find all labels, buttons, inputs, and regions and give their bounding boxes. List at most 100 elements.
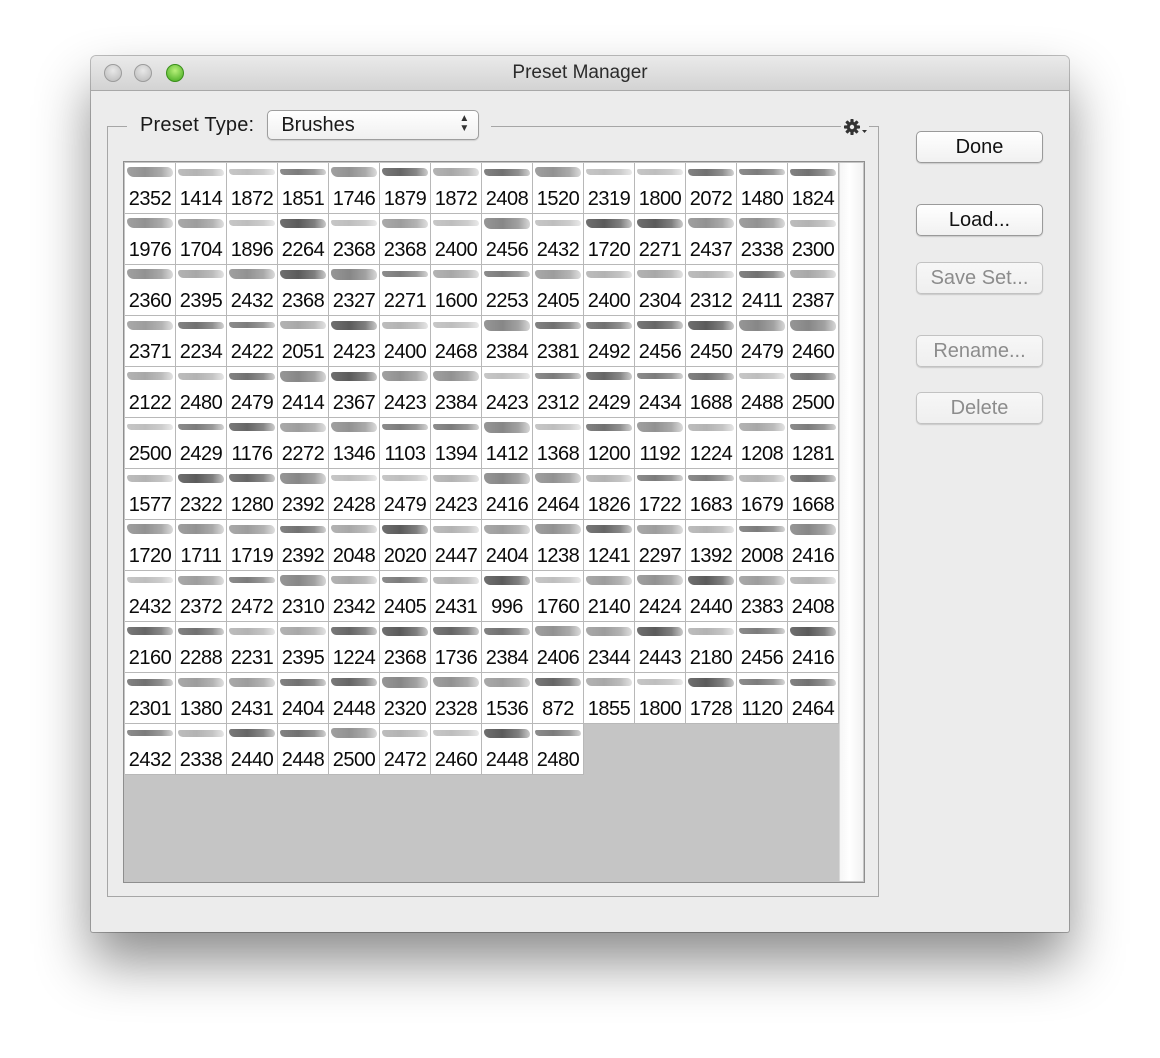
vertical-scrollbar[interactable] bbox=[839, 163, 863, 881]
brush-preset-item[interactable]: 2429 bbox=[584, 367, 635, 418]
brush-preset-item[interactable]: 2404 bbox=[482, 520, 533, 571]
brush-preset-item[interactable]: 2371 bbox=[125, 316, 176, 367]
brush-preset-item[interactable]: 2448 bbox=[329, 673, 380, 724]
brush-preset-item[interactable]: 2372 bbox=[176, 571, 227, 622]
brush-preset-item[interactable]: 2368 bbox=[380, 622, 431, 673]
brush-preset-item[interactable]: 2253 bbox=[482, 265, 533, 316]
brush-preset-item[interactable]: 2328 bbox=[431, 673, 482, 724]
brush-preset-item[interactable]: 2300 bbox=[788, 214, 839, 265]
brush-preset-item[interactable]: 2408 bbox=[482, 163, 533, 214]
brush-preset-item[interactable]: 2312 bbox=[533, 367, 584, 418]
brush-preset-item[interactable]: 2424 bbox=[635, 571, 686, 622]
brush-preset-item[interactable]: 2320 bbox=[380, 673, 431, 724]
brush-preset-item[interactable]: 2338 bbox=[176, 724, 227, 775]
brush-preset-item[interactable]: 2437 bbox=[686, 214, 737, 265]
brush-preset-item[interactable]: 2008 bbox=[737, 520, 788, 571]
brush-preset-item[interactable]: 2310 bbox=[278, 571, 329, 622]
brush-preset-item[interactable]: 2344 bbox=[584, 622, 635, 673]
brush-preset-item[interactable]: 1711 bbox=[176, 520, 227, 571]
brush-preset-item[interactable]: 2234 bbox=[176, 316, 227, 367]
brush-preset-item[interactable]: 2448 bbox=[482, 724, 533, 775]
brush-preset-item[interactable]: 2408 bbox=[788, 571, 839, 622]
brush-preset-item[interactable]: 2429 bbox=[176, 418, 227, 469]
brush-preset-item[interactable]: 1688 bbox=[686, 367, 737, 418]
brush-preset-item[interactable]: 1224 bbox=[329, 622, 380, 673]
brush-preset-item[interactable]: 2122 bbox=[125, 367, 176, 418]
brush-preset-item[interactable]: 1280 bbox=[227, 469, 278, 520]
brush-preset-item[interactable]: 2322 bbox=[176, 469, 227, 520]
brush-preset-item[interactable]: 2440 bbox=[227, 724, 278, 775]
brush-preset-item[interactable]: 1746 bbox=[329, 163, 380, 214]
brush-preset-item[interactable]: 2500 bbox=[125, 418, 176, 469]
brush-preset-item[interactable]: 2395 bbox=[176, 265, 227, 316]
brush-preset-item[interactable]: 1414 bbox=[176, 163, 227, 214]
brush-preset-item[interactable]: 2414 bbox=[278, 367, 329, 418]
brush-preset-item[interactable]: 2456 bbox=[635, 316, 686, 367]
brush-preset-item[interactable]: 1224 bbox=[686, 418, 737, 469]
brush-preset-item[interactable]: 872 bbox=[533, 673, 584, 724]
brush-preset-item[interactable]: 1826 bbox=[584, 469, 635, 520]
brush-preset-item[interactable]: 1208 bbox=[737, 418, 788, 469]
brush-preset-item[interactable]: 1281 bbox=[788, 418, 839, 469]
brush-preset-item[interactable]: 2319 bbox=[584, 163, 635, 214]
brush-preset-item[interactable]: 2422 bbox=[227, 316, 278, 367]
brush-preset-item[interactable]: 2434 bbox=[635, 367, 686, 418]
brush-preset-item[interactable]: 2272 bbox=[278, 418, 329, 469]
delete-button[interactable]: Delete bbox=[916, 392, 1043, 424]
brush-preset-item[interactable]: 1600 bbox=[431, 265, 482, 316]
brush-preset-item[interactable]: 2384 bbox=[482, 622, 533, 673]
brush-preset-item[interactable]: 2400 bbox=[584, 265, 635, 316]
brush-preset-item[interactable]: 1238 bbox=[533, 520, 584, 571]
brush-preset-item[interactable]: 2428 bbox=[329, 469, 380, 520]
brush-preset-item[interactable]: 1368 bbox=[533, 418, 584, 469]
brush-preset-item[interactable]: 2072 bbox=[686, 163, 737, 214]
brush-preset-item[interactable]: 2395 bbox=[278, 622, 329, 673]
brush-preset-item[interactable]: 2384 bbox=[482, 316, 533, 367]
brush-preset-item[interactable]: 1192 bbox=[635, 418, 686, 469]
brush-preset-item[interactable]: 2480 bbox=[533, 724, 584, 775]
brush-preset-item[interactable]: 2464 bbox=[788, 673, 839, 724]
preset-type-select[interactable]: Brushes ▲ ▼ bbox=[267, 110, 480, 140]
brush-preset-item[interactable]: 2456 bbox=[737, 622, 788, 673]
save-set-button[interactable]: Save Set... bbox=[916, 262, 1043, 294]
brush-preset-item[interactable]: 1346 bbox=[329, 418, 380, 469]
brush-preset-item[interactable]: 2448 bbox=[278, 724, 329, 775]
brush-preset-item[interactable]: 2368 bbox=[329, 214, 380, 265]
brush-preset-item[interactable]: 2500 bbox=[788, 367, 839, 418]
brush-preset-item[interactable]: 2456 bbox=[482, 214, 533, 265]
brush-preset-item[interactable]: 2447 bbox=[431, 520, 482, 571]
brush-preset-item[interactable]: 2360 bbox=[125, 265, 176, 316]
brush-preset-item[interactable]: 2404 bbox=[278, 673, 329, 724]
brush-preset-item[interactable]: 2423 bbox=[329, 316, 380, 367]
brush-preset-item[interactable]: 2367 bbox=[329, 367, 380, 418]
gear-icon[interactable] bbox=[841, 116, 869, 138]
brush-preset-item[interactable]: 1872 bbox=[227, 163, 278, 214]
brush-preset-item[interactable]: 996 bbox=[482, 571, 533, 622]
brush-preset-item[interactable]: 1976 bbox=[125, 214, 176, 265]
brush-preset-item[interactable]: 2271 bbox=[635, 214, 686, 265]
brush-preset-item[interactable]: 2297 bbox=[635, 520, 686, 571]
brush-preset-item[interactable]: 2488 bbox=[737, 367, 788, 418]
brush-preset-item[interactable]: 2431 bbox=[431, 571, 482, 622]
brush-preset-item[interactable]: 1719 bbox=[227, 520, 278, 571]
rename-button[interactable]: Rename... bbox=[916, 335, 1043, 367]
brush-preset-item[interactable]: 1200 bbox=[584, 418, 635, 469]
brush-preset-item[interactable]: 2264 bbox=[278, 214, 329, 265]
brush-preset-item[interactable]: 1520 bbox=[533, 163, 584, 214]
brush-preset-item[interactable]: 1577 bbox=[125, 469, 176, 520]
brush-preset-item[interactable]: 1394 bbox=[431, 418, 482, 469]
brush-preset-item[interactable]: 2479 bbox=[737, 316, 788, 367]
brush-preset-item[interactable]: 2443 bbox=[635, 622, 686, 673]
brush-preset-item[interactable]: 1720 bbox=[125, 520, 176, 571]
brush-preset-item[interactable]: 2460 bbox=[431, 724, 482, 775]
brush-preset-item[interactable]: 1392 bbox=[686, 520, 737, 571]
brush-preset-item[interactable]: 2383 bbox=[737, 571, 788, 622]
brush-preset-item[interactable]: 2288 bbox=[176, 622, 227, 673]
brush-preset-item[interactable]: 1722 bbox=[635, 469, 686, 520]
brush-preset-item[interactable]: 2405 bbox=[533, 265, 584, 316]
brush-preset-item[interactable]: 2342 bbox=[329, 571, 380, 622]
brush-preset-item[interactable]: 1704 bbox=[176, 214, 227, 265]
brush-preset-item[interactable]: 2500 bbox=[329, 724, 380, 775]
brush-preset-item[interactable]: 2411 bbox=[737, 265, 788, 316]
brush-preset-item[interactable]: 2352 bbox=[125, 163, 176, 214]
